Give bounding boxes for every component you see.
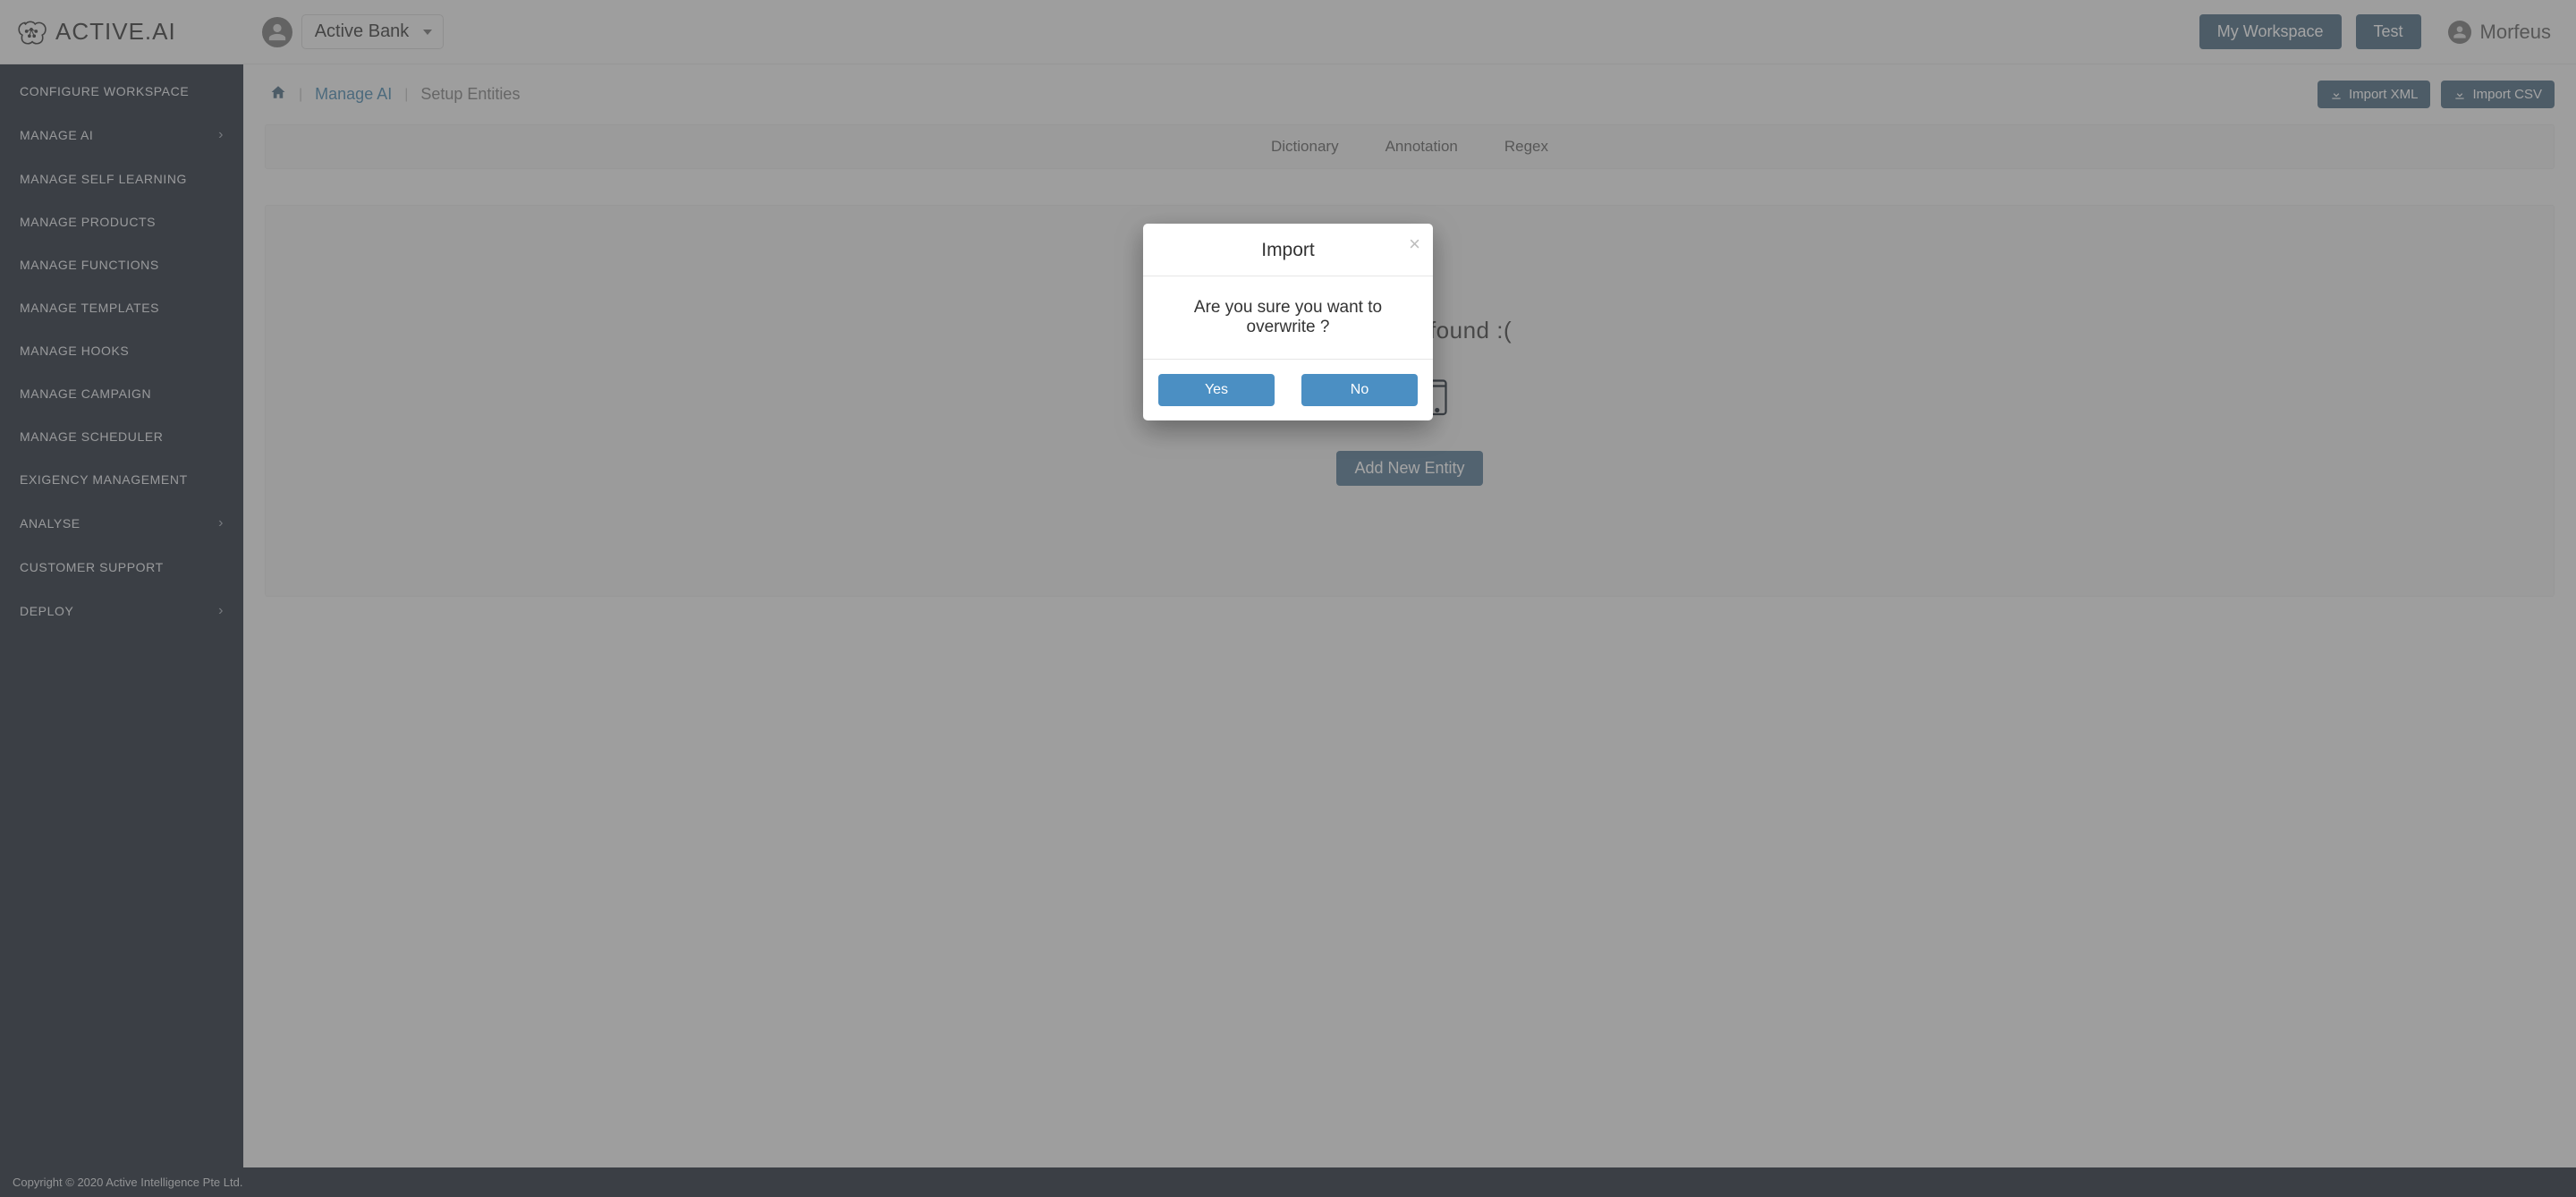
modal-overlay[interactable]: Import × Are you sure you want to overwr…	[0, 0, 2576, 1197]
modal-title: Import	[1261, 240, 1315, 260]
modal-yes-button[interactable]: Yes	[1158, 374, 1275, 406]
close-icon[interactable]: ×	[1409, 234, 1420, 254]
modal-header: Import ×	[1143, 224, 1433, 276]
modal-no-button[interactable]: No	[1301, 374, 1418, 406]
modal-footer: Yes No	[1143, 360, 1433, 420]
modal-body: Are you sure you want to overwrite ?	[1143, 276, 1433, 360]
import-modal: Import × Are you sure you want to overwr…	[1143, 224, 1433, 420]
